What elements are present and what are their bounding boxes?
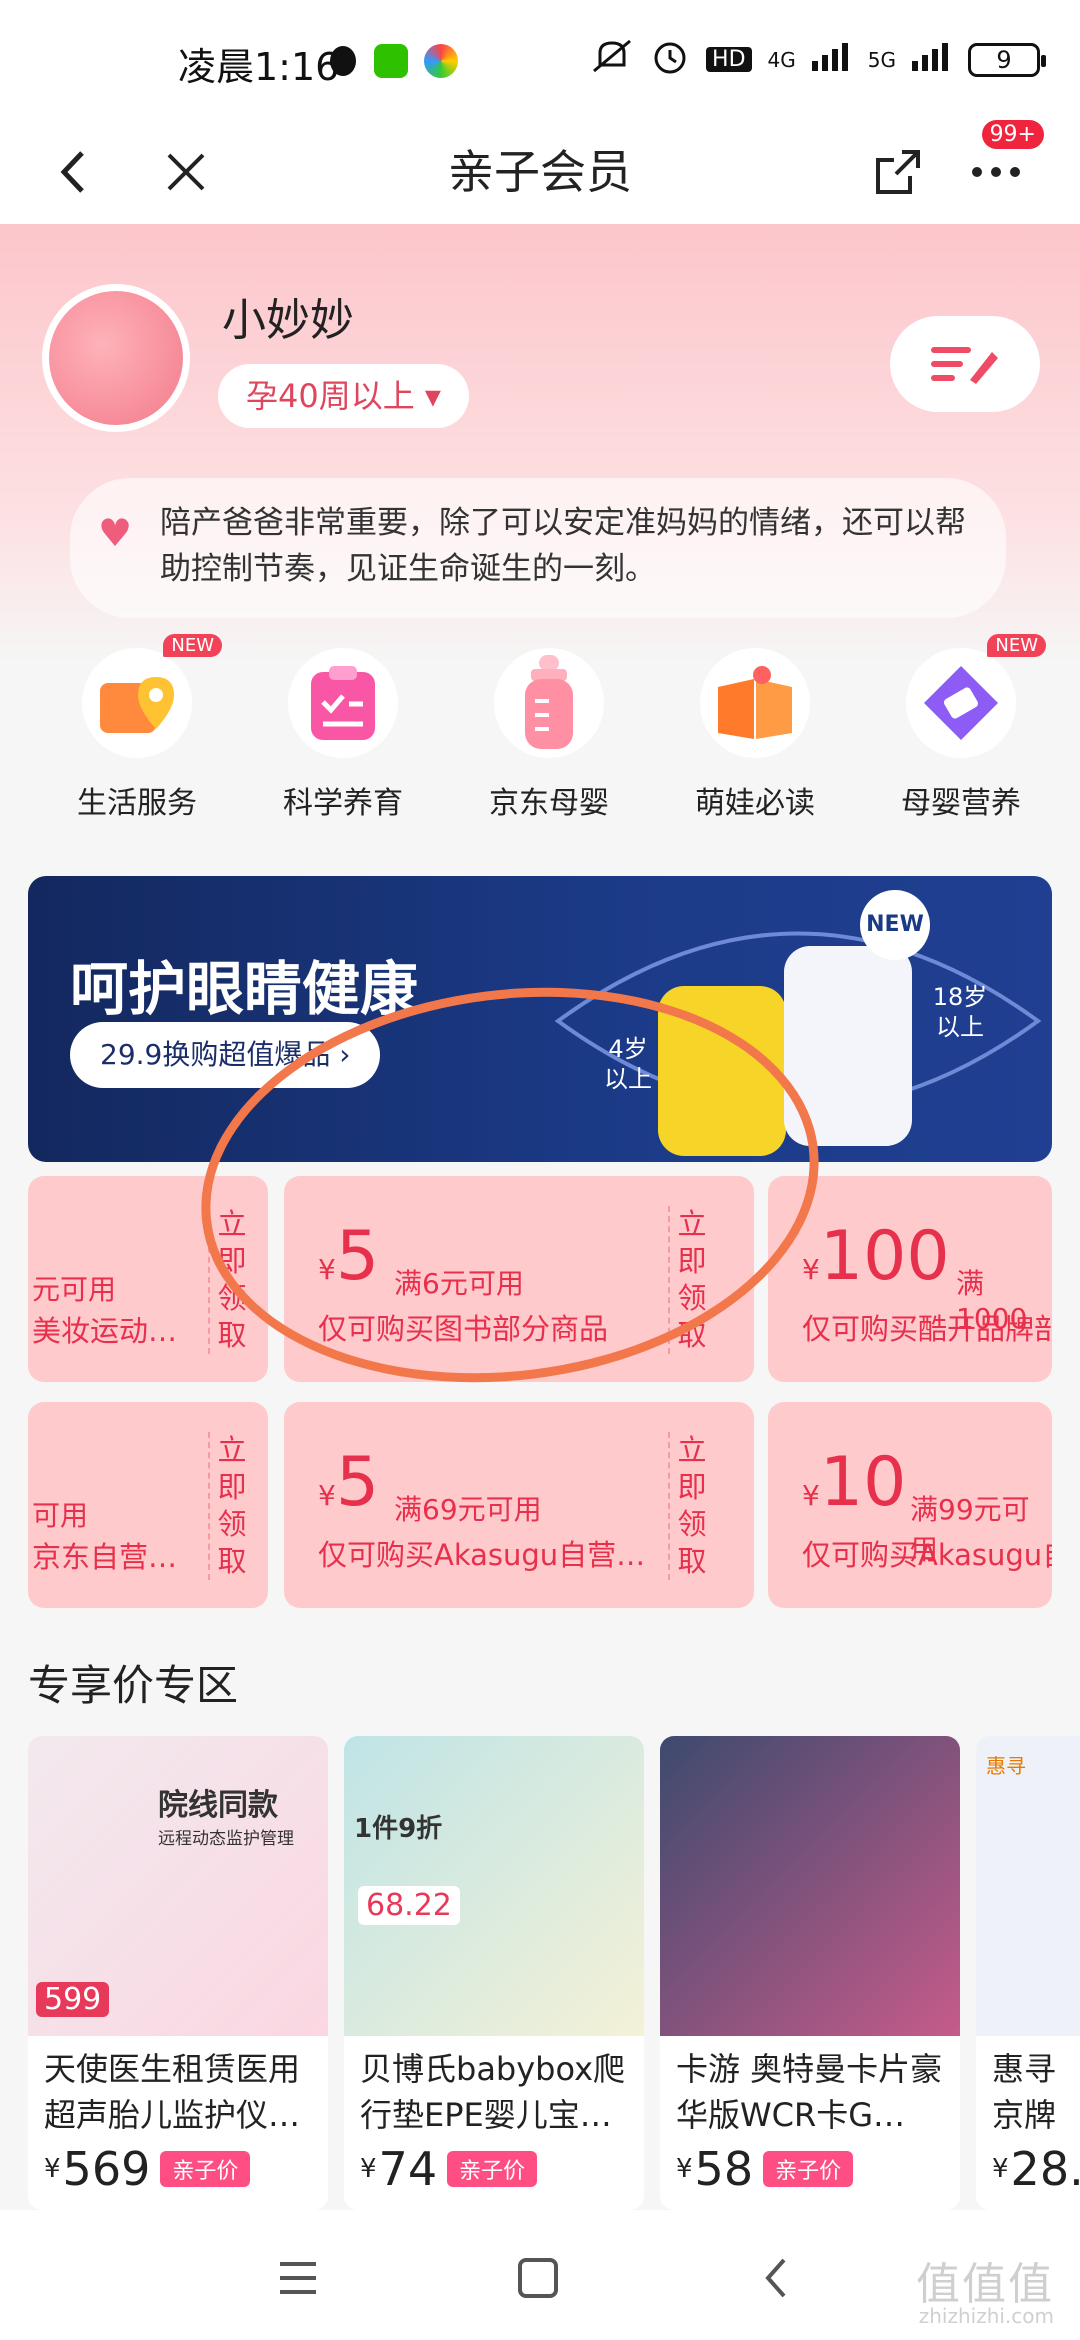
product-name: 惠寻 京牌婴儿 [992, 2050, 1057, 2134]
tip-text: 陪产爸爸非常重要，除了可以安定准妈妈的情绪，还可以帮助控制节奏，见证生命诞生的一… [160, 505, 966, 587]
claim-button[interactable]: 立即领取 [208, 1432, 248, 1580]
product-image-headline: 1件9折 [354, 1814, 443, 1844]
status-time: 凌晨1:16 [178, 45, 340, 89]
more-icon[interactable] [966, 142, 1026, 202]
wechat-icon [374, 44, 408, 78]
watermark: 值值值 [916, 2259, 1054, 2310]
product-image-headline: 院线同款 [158, 1788, 278, 1823]
product-image [660, 1736, 960, 2036]
coupon-condition: 满69元可用 [394, 1493, 542, 1526]
coupon-condition: 元可用 [32, 1273, 117, 1306]
member-price-tag: 亲子价 [447, 2151, 538, 2187]
baby-bottle-icon [494, 648, 604, 758]
coupon-scope: 美妆运动… [32, 1314, 178, 1348]
age-label-right: 18岁 以上 [932, 983, 988, 1041]
baby-avatar-icon [49, 291, 183, 425]
new-seal: NEW [860, 890, 930, 960]
quick-entry-label: 京东母婴 [489, 786, 609, 821]
product-card[interactable]: 惠寻 惠寻 京牌婴儿 ¥28. [976, 1736, 1080, 2210]
app-icon [424, 44, 458, 78]
coupon-amount: ¥100 [802, 1217, 950, 1296]
clipboard-icon [288, 648, 398, 758]
network-4g: 4G [767, 47, 796, 72]
coupon-card[interactable]: ¥5 满69元可用 仅可购买Akasugu自营… 立即领取 [284, 1402, 754, 1608]
status-bar: 凌晨1:16 HD 4G 5G 9 [0, 0, 1080, 120]
claim-button[interactable]: 立即领取 [668, 1432, 708, 1580]
product-image: 惠寻 [976, 1736, 1080, 2036]
profile-header: 小妙妙 孕40周以上 ▾ ♥ 陪产爸爸非常重要，除了可以安定准妈妈的情绪，还可以… [0, 224, 1080, 664]
nutrition-icon: NEW [906, 634, 1046, 758]
network-5g: 5G [867, 47, 896, 72]
coupon-amount: ¥5 [318, 1443, 380, 1522]
quick-entry-label: 科学养育 [283, 786, 403, 821]
section-title: 专享价专区 [28, 1661, 239, 1710]
currency-symbol: ¥ [992, 2154, 1009, 2184]
book-icon [700, 648, 810, 758]
signal-icon [811, 41, 852, 78]
currency-symbol: ¥ [676, 2154, 693, 2184]
life-service-icon: NEW [82, 634, 222, 758]
product-name: 卡游 奥特曼卡片豪华版WCR卡G… [676, 2050, 943, 2134]
pregnancy-stage-select[interactable]: 孕40周以上 ▾ [218, 364, 469, 428]
hd-badge: HD [706, 47, 752, 72]
quick-entries: NEW 生活服务 科学养育 京东母婴 萌娃必读 NEW 母婴营养 [0, 634, 1080, 840]
product-image-brand: 惠寻 [986, 1754, 1026, 1778]
watermark-url: zhizhizhi.com [918, 2304, 1054, 2328]
currency-symbol: ¥ [44, 2154, 61, 2184]
coupon-scope: 仅可购买酷开品牌部 [802, 1312, 1052, 1346]
home-icon[interactable] [510, 2250, 566, 2306]
edit-icon [931, 347, 998, 384]
coupon-card[interactable]: 可用 京东自营… 立即领取 [28, 1402, 268, 1608]
product-price: 74 [378, 2142, 438, 2196]
message-count-badge: 99+ [981, 120, 1044, 149]
product-image-price: 599 [36, 1982, 110, 2017]
product-card[interactable]: 1件9折 68.22 贝博氏babybox爬行垫EPE婴儿宝… ¥74 亲子价 [344, 1736, 644, 2210]
new-badge: NEW [163, 634, 222, 657]
product-price: 58 [694, 2142, 754, 2196]
product-image-subline: 远程动态监护管理 [158, 1829, 294, 1849]
alarm-icon [650, 36, 690, 83]
banner-title: 呵护眼睛健康 [70, 955, 419, 1023]
user-name: 小妙妙 [222, 295, 354, 346]
menu-icon[interactable] [270, 2250, 326, 2306]
member-price-tag: 亲子价 [160, 2151, 251, 2187]
heart-icon: ♥ [98, 511, 133, 555]
top-nav: 亲子会员 99+ [0, 120, 1080, 224]
product-image: 1件9折 68.22 [344, 1736, 644, 2036]
quick-entry-reading[interactable]: 萌娃必读 [652, 640, 858, 840]
avatar[interactable] [42, 284, 190, 432]
battery-icon: 9 [968, 42, 1046, 77]
new-badge: NEW [987, 634, 1046, 657]
qq-icon [330, 46, 356, 76]
coupon-scope: 京东自营… [32, 1540, 178, 1574]
edit-button[interactable] [890, 316, 1040, 412]
quick-entry-life-service[interactable]: NEW 生活服务 [34, 634, 240, 840]
member-price-tag: 亲子价 [763, 2151, 854, 2187]
quick-entry-label: 生活服务 [77, 786, 197, 821]
coupon-scope: 仅可购买Akasugu自 [802, 1538, 1052, 1572]
back-nav-icon[interactable] [750, 2250, 806, 2306]
quick-entry-parenting[interactable]: 科学养育 [240, 640, 446, 840]
coupon-condition: 可用 [32, 1499, 89, 1532]
share-icon[interactable] [868, 142, 928, 202]
quick-entry-label: 萌娃必读 [695, 786, 815, 821]
mute-icon [590, 37, 634, 82]
coupon-scope: 仅可购买Akasugu自营… [318, 1538, 646, 1572]
quick-entry-nutrition[interactable]: NEW 母婴营养 [858, 634, 1064, 840]
coupon-card[interactable]: ¥10 满99元可用 仅可购买Akasugu自 [768, 1402, 1052, 1608]
product-card[interactable]: 院线同款 远程动态监护管理 599 天使医生租赁医用超声胎儿监护仪… ¥569 亲… [28, 1736, 328, 2210]
tip-card: ♥ 陪产爸爸非常重要，除了可以安定准妈妈的情绪，还可以帮助控制节奏，见证生命诞生… [70, 478, 1006, 618]
product-image-subline: 68.22 [358, 1886, 460, 1925]
signal-icon-2 [912, 41, 952, 78]
quick-entry-jd-baby[interactable]: 京东母婴 [446, 640, 652, 840]
currency-symbol: ¥ [360, 2154, 377, 2184]
coupon-amount: ¥10 [802, 1443, 907, 1522]
product-name: 贝博氏babybox爬行垫EPE婴儿宝… [360, 2050, 626, 2134]
product-card[interactable]: 卡游 奥特曼卡片豪华版WCR卡G… ¥58 亲子价 [660, 1736, 960, 2210]
product-image: 院线同款 远程动态监护管理 599 [28, 1736, 328, 2036]
product-price: 28. [1010, 2142, 1080, 2196]
product-price: 569 [62, 2142, 151, 2196]
quick-entry-label: 母婴营养 [901, 786, 1021, 821]
product-name: 天使医生租赁医用超声胎儿监护仪… [44, 2050, 301, 2134]
